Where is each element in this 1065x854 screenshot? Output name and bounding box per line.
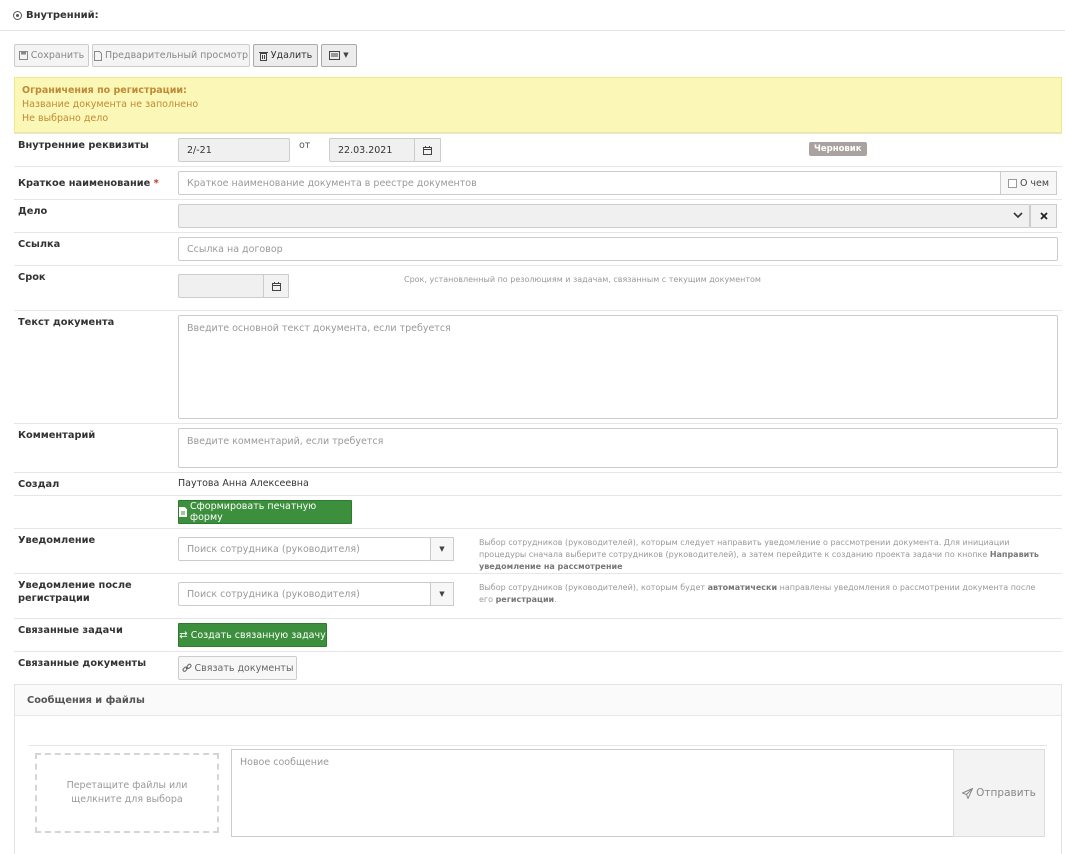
close-icon xyxy=(1039,212,1048,220)
status-badge: Черновик xyxy=(809,142,867,156)
print-row xyxy=(14,495,1062,529)
notify-label: Уведомление xyxy=(18,535,96,546)
notify-search-input[interactable]: Поиск сотрудника (руководителя) xyxy=(178,537,431,561)
requisites-row xyxy=(14,133,1062,167)
file-icon xyxy=(94,50,102,61)
file-icon xyxy=(179,507,187,517)
alert-line: Не выбрано дело xyxy=(22,113,109,124)
comment-area[interactable]: Введите комментарий, если требуется xyxy=(178,428,1058,468)
short-name-label: Краткое наименование * xyxy=(18,178,159,189)
messages-panel-title: Сообщения и файлы xyxy=(15,685,1061,716)
registration-alert: Ограничения по регистрации: Название док… xyxy=(14,77,1062,133)
section-title: Внутренний: xyxy=(26,9,99,21)
new-message-input[interactable]: Новое сообщение xyxy=(231,749,954,837)
view-options-dropdown[interactable]: ▼ xyxy=(321,44,357,67)
calendar-button[interactable] xyxy=(414,138,441,162)
notify-hint: Выбор сотрудников (руководителей), котор… xyxy=(479,538,1039,571)
link-label: Ссылка xyxy=(18,239,61,250)
preview-button[interactable]: Предварительный просмотр xyxy=(92,44,250,67)
link-icon xyxy=(182,663,192,673)
creator-value: Паутова Анна Алексеевна xyxy=(178,478,309,489)
trash-icon xyxy=(258,51,268,61)
list-icon xyxy=(329,51,341,60)
clear-case-button[interactable] xyxy=(1030,204,1057,228)
document-text-area[interactable]: Введите основной текст документа, если т… xyxy=(178,315,1058,419)
create-linked-task-button[interactable]: ⇄ Создать связанную задачу xyxy=(178,623,327,647)
save-button[interactable]: Сохранить xyxy=(14,44,89,67)
deadline-label: Срок xyxy=(18,272,46,283)
case-select[interactable] xyxy=(178,204,1030,228)
divider xyxy=(29,745,1047,746)
reg-number-field[interactable]: 2/-21 xyxy=(178,138,290,162)
file-dropzone[interactable]: Перетащите файлы или щелкните для выбора xyxy=(35,753,219,833)
linked-docs-label: Связанные документы xyxy=(18,658,147,669)
deadline-row xyxy=(14,265,1062,311)
linked-tasks-row xyxy=(14,618,1062,652)
link-documents-button[interactable]: Связать документы xyxy=(178,656,297,680)
alert-title: Ограничения по регистрации: xyxy=(22,85,187,96)
comment-label: Комментарий xyxy=(18,430,96,441)
caret-down-icon: ▼ xyxy=(343,51,349,59)
creator-row xyxy=(14,472,1062,496)
caret-down-icon: ▼ xyxy=(439,545,445,553)
notify-after-label: Уведомление после регистрации xyxy=(18,580,132,604)
calendar-icon xyxy=(271,281,281,291)
chevron-down-icon xyxy=(1013,210,1023,220)
from-label: от xyxy=(299,140,311,151)
checkbox[interactable] xyxy=(1007,178,1017,188)
text-label: Текст документа xyxy=(18,317,115,328)
alert-line: Название документа не заполнено xyxy=(22,99,199,110)
caret-down-icon: ▼ xyxy=(439,590,445,598)
notify-after-search-input[interactable]: Поиск сотрудника (руководителя) xyxy=(178,582,431,606)
print-form-button[interactable]: Сформировать печатную форму xyxy=(178,500,352,524)
requisites-label: Внутренние реквизиты xyxy=(18,140,149,151)
notify-after-dropdown-button[interactable]: ▼ xyxy=(430,582,454,606)
about-checkbox-addon[interactable]: О чем xyxy=(1000,171,1057,195)
section-header[interactable]: Внутренний: xyxy=(0,0,1065,31)
notify-after-hint: Выбор сотрудников (руководителей), котор… xyxy=(479,583,1036,604)
send-button[interactable]: Отправить xyxy=(953,749,1045,837)
calendar-icon xyxy=(423,145,432,155)
paper-plane-icon xyxy=(962,787,974,799)
delete-button[interactable]: Удалить xyxy=(253,44,318,67)
notify-dropdown-button[interactable]: ▼ xyxy=(430,537,454,561)
collapse-circle-icon xyxy=(13,10,22,20)
case-label: Дело xyxy=(18,206,48,217)
deadline-input[interactable] xyxy=(178,274,264,298)
deadline-calendar-button[interactable] xyxy=(263,274,289,298)
exchange-icon: ⇄ xyxy=(179,629,188,641)
linked-tasks-label: Связанные задачи xyxy=(18,625,123,636)
floppy-icon xyxy=(18,51,28,60)
deadline-hint: Срок, установленный по резолюциям и зада… xyxy=(404,275,761,284)
link-input[interactable]: Ссылка на договор xyxy=(178,237,1058,261)
creator-label: Создал xyxy=(18,479,60,490)
linked-docs-row xyxy=(14,651,1062,685)
reg-date-field[interactable]: 22.03.2021 xyxy=(329,138,415,162)
short-name-input[interactable]: Краткое наименование документа в реестре… xyxy=(178,171,1001,195)
